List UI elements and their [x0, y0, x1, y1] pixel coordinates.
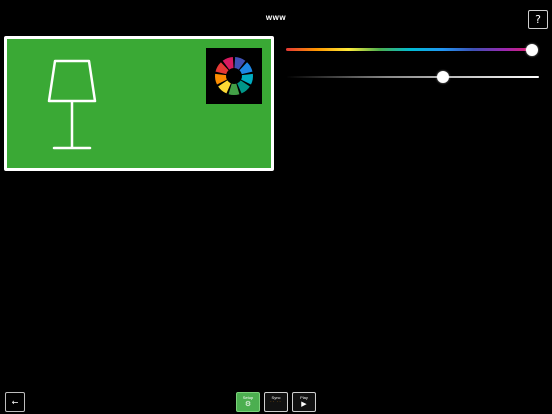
- color-wheel-button[interactable]: [206, 48, 262, 104]
- tab-play[interactable]: Play ▶: [292, 392, 316, 412]
- brightness-slider-track[interactable]: [286, 76, 539, 78]
- sync-dots-icon: ·· ··: [270, 399, 282, 404]
- hue-slider-track[interactable]: [286, 48, 536, 51]
- help-button[interactable]: ?: [528, 10, 548, 29]
- page-title: www: [265, 13, 287, 22]
- color-wheel-icon: [215, 57, 253, 95]
- gear-icon: ⚙: [244, 400, 252, 408]
- play-icon: ▶: [301, 400, 307, 408]
- brightness-slider-thumb[interactable]: [436, 71, 449, 83]
- back-button[interactable]: ←: [5, 392, 25, 412]
- light-preview-panel[interactable]: [4, 36, 274, 171]
- bottom-tab-bar: Setup ⚙ Sync ·· ·· Play ▶: [236, 392, 316, 412]
- table-lamp-icon: [47, 59, 97, 150]
- tab-sync[interactable]: Sync ·· ··: [264, 392, 288, 412]
- hue-slider-thumb[interactable]: [526, 43, 538, 56]
- tab-setup[interactable]: Setup ⚙: [236, 392, 260, 412]
- color-wheel-segment: [228, 83, 240, 95]
